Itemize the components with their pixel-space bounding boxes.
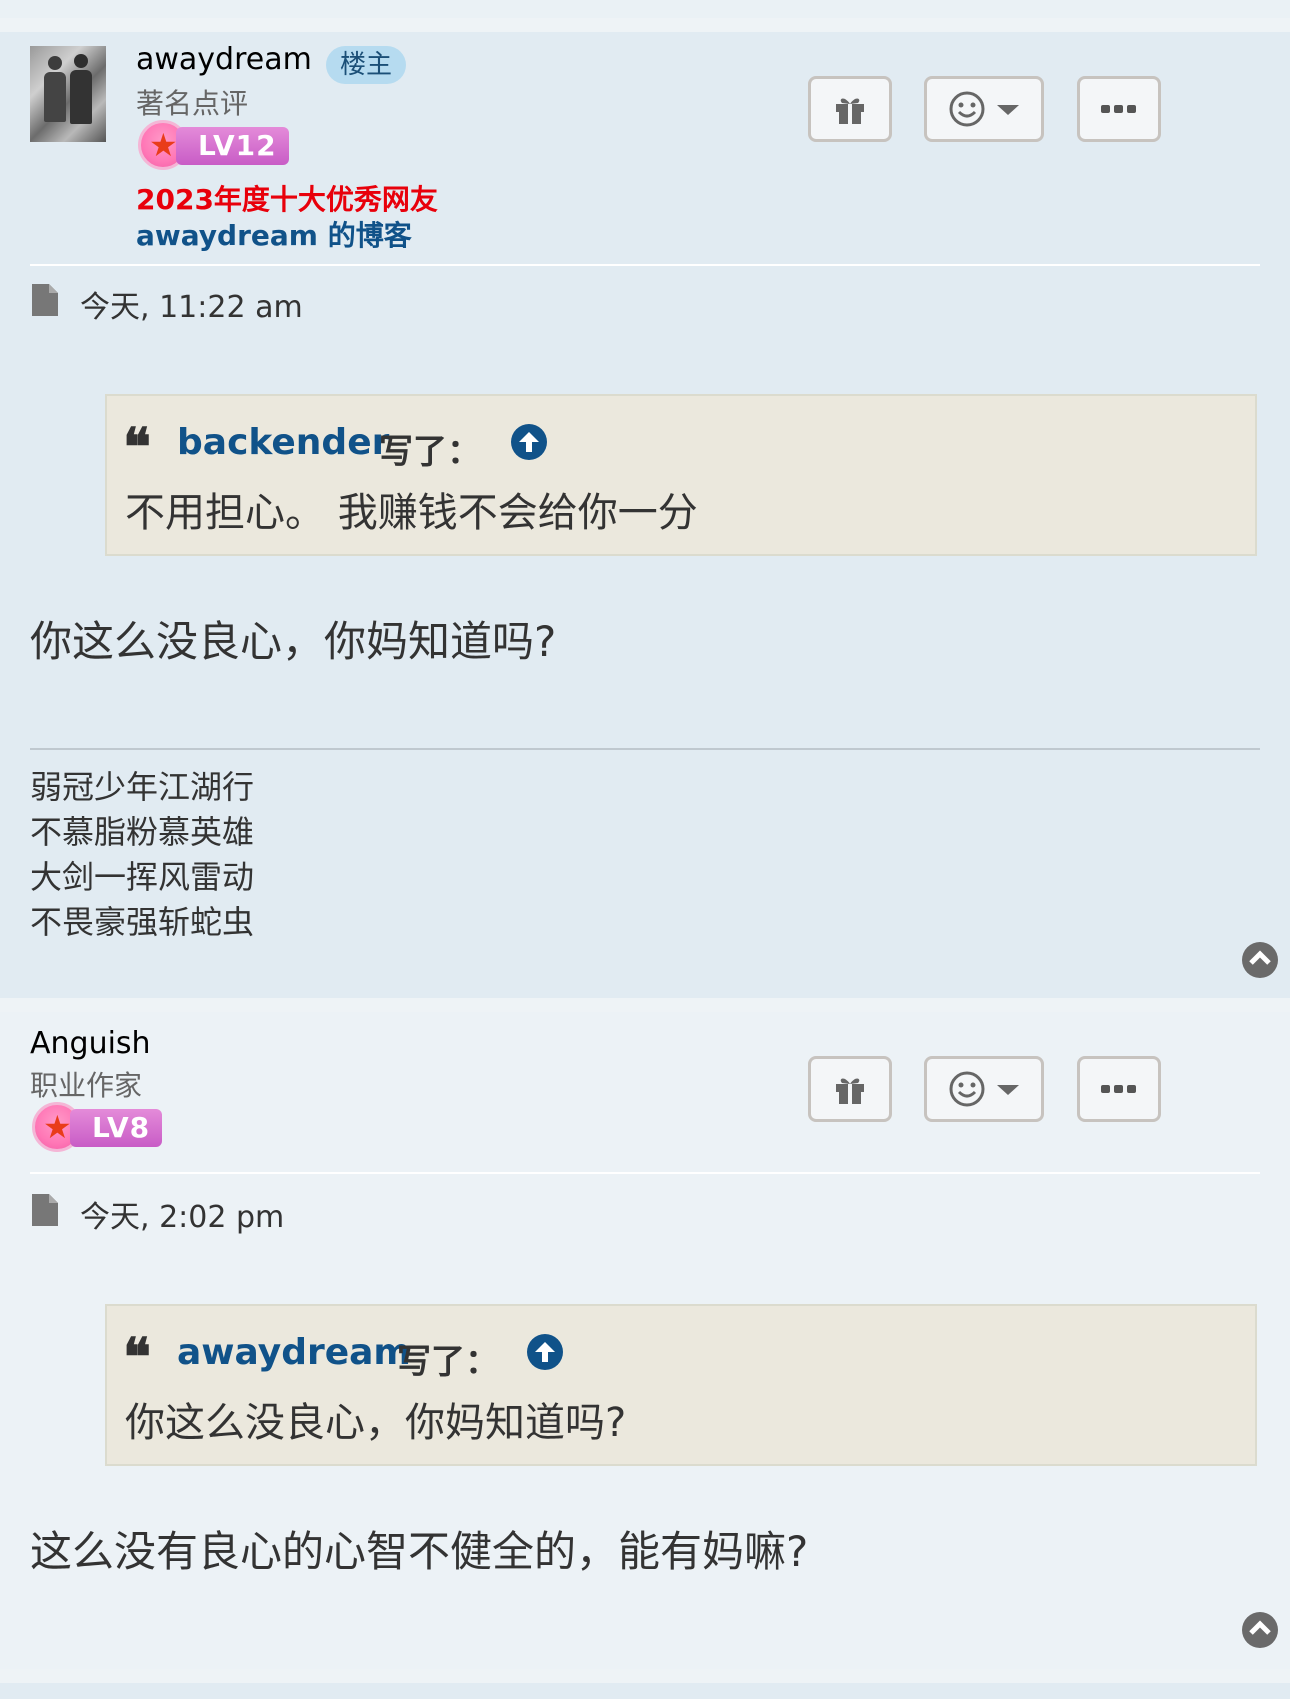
avatar[interactable] [30, 46, 106, 142]
level-label: LV8 [70, 1109, 163, 1147]
bottom-strip [0, 1683, 1290, 1699]
chevron-up-circle-icon [1249, 1620, 1271, 1635]
back-to-top-button[interactable] [1242, 942, 1278, 978]
quote-icon: ❝ [123, 1327, 151, 1388]
more-button[interactable] [1077, 1056, 1161, 1122]
post-time[interactable]: 今天, 2:02 pm [80, 1192, 284, 1236]
post-time[interactable]: 今天, 11:22 am [80, 282, 303, 326]
post-content: 这么没有良心的心智不健全的，能有妈嘛? [30, 1527, 809, 1576]
quote-text: 不用担心。 我赚钱不会给你一分 [125, 490, 698, 536]
reaction-button[interactable] [924, 1056, 1044, 1122]
gift-button[interactable] [808, 76, 892, 142]
more-button[interactable] [1077, 76, 1161, 142]
quote-wrote-label: 写了： [379, 432, 481, 472]
rank-title: 职业作家 [30, 1069, 143, 1102]
post-1: awaydream 楼主 著名点评 ★ LV12 2023年度十大优秀网友 aw… [0, 32, 1290, 998]
post-2: Anguish 职业作家 ★ LV8 今天, 2:02 pm ❝ awaydre… [0, 1012, 1290, 1669]
chevron-down-icon [997, 105, 1019, 115]
arrow-up-circle-icon[interactable] [527, 1334, 563, 1370]
quote-author[interactable]: backender [177, 422, 389, 463]
smiley-icon [949, 1071, 985, 1107]
chevron-up-circle-icon [1249, 950, 1271, 965]
quote-wrote-label: 写了： [397, 1342, 499, 1382]
signature-divider [30, 748, 1260, 750]
file-icon [32, 284, 58, 316]
quote-block: ❝ backender 写了： 不用担心。 我赚钱不会给你一分 [105, 394, 1257, 556]
reaction-button[interactable] [924, 76, 1044, 142]
rank-title: 著名点评 [136, 87, 249, 120]
post-content: 你这么没良心，你妈知道吗? [30, 617, 557, 666]
quote-author[interactable]: awaydream [177, 1332, 411, 1373]
signature-line: 不慕脂粉慕英雄 [30, 813, 255, 851]
quote-block: ❝ awaydream 写了： 你这么没良心，你妈知道吗? [105, 1304, 1257, 1466]
level-label: LV12 [176, 127, 289, 165]
blog-link[interactable]: awaydream 的博客 [136, 214, 412, 254]
back-to-top-button[interactable] [1242, 1612, 1278, 1648]
arrow-up-circle-icon[interactable] [511, 424, 547, 460]
quote-icon: ❝ [123, 417, 151, 478]
signature-line: 弱冠少年江湖行 [30, 768, 255, 806]
signature-line: 大剑一挥风雷动 [30, 858, 255, 896]
top-strip [0, 0, 1290, 18]
gift-icon [836, 1078, 864, 1104]
smiley-icon [949, 91, 985, 127]
username[interactable]: Anguish [30, 1026, 151, 1061]
file-icon [32, 1194, 58, 1226]
signature-line: 不畏豪强斩蛇虫 [30, 903, 255, 941]
quote-text: 你这么没良心，你妈知道吗? [125, 1400, 627, 1446]
username[interactable]: awaydream [136, 42, 312, 77]
gift-icon [836, 98, 864, 124]
ellipsis-icon [1101, 1085, 1136, 1093]
divider [30, 264, 1260, 266]
ellipsis-icon [1101, 105, 1136, 113]
award-title: 2023年度十大优秀网友 [136, 183, 438, 216]
gift-button[interactable] [808, 1056, 892, 1122]
chevron-down-icon [997, 1085, 1019, 1095]
owner-badge: 楼主 [326, 46, 407, 84]
divider [30, 1172, 1260, 1174]
